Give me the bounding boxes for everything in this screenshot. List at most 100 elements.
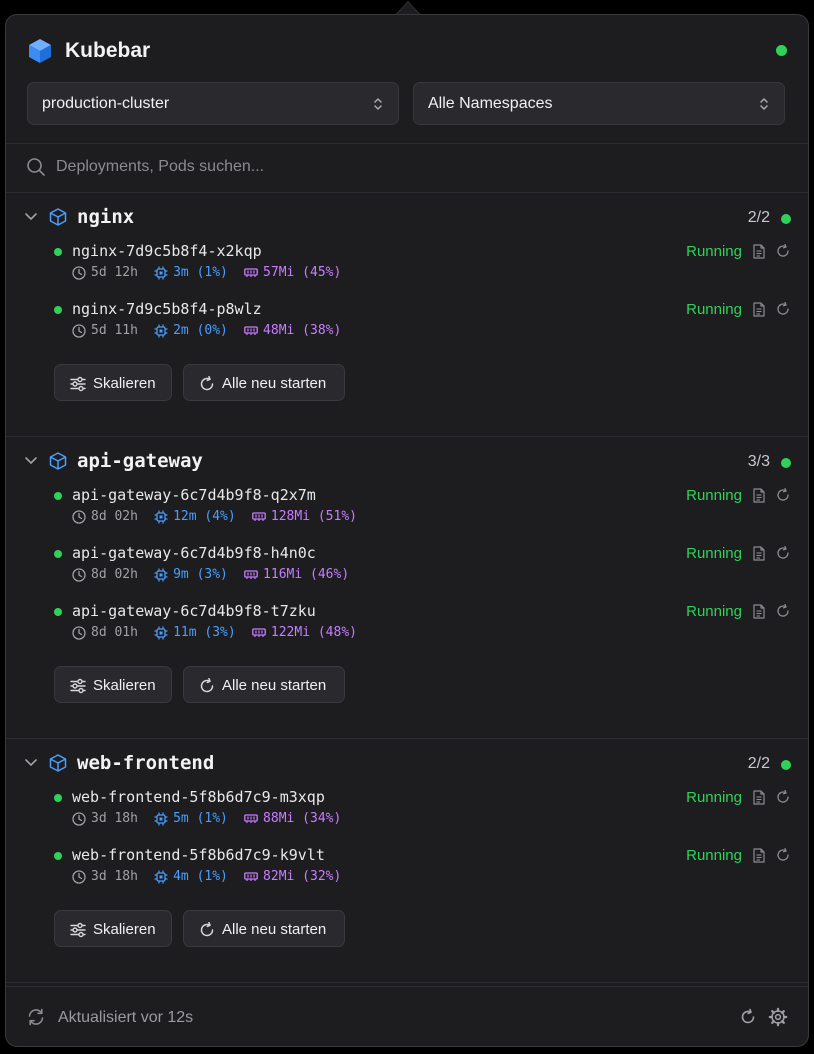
cluster-select[interactable]: production-cluster [27,82,399,125]
sliders-icon [70,922,86,938]
memory-icon [244,570,258,579]
pod-memory: 48Mi (38%) [263,323,342,338]
pod-row[interactable]: web-frontend-5f8b6d7c9-m3xqp 3d 18h 5m (1%… [6,786,808,830]
restart-pod-icon[interactable] [776,546,790,560]
restart-all-button[interactable]: Alle neu starten [183,364,345,401]
restart-pod-icon[interactable] [776,302,790,316]
pod-status: Running [686,301,742,318]
clock-icon [72,626,86,640]
restart-pod-icon[interactable] [776,604,790,618]
pod-cpu: 11m (3%) [173,625,236,640]
pod-row[interactable]: api-gateway-6c7d4b9f8-q2x7m 8d 02h 12m (4%… [6,484,808,528]
ready-count: 2/2 [747,755,770,772]
pod-status-dot [54,608,62,616]
restart-all-button[interactable]: Alle neu starten [183,666,345,703]
pod-status: Running [686,545,742,562]
ready-count: 3/3 [747,453,770,470]
search-input[interactable] [56,155,756,179]
scale-button[interactable]: Skalieren [54,910,172,947]
memory-icon [244,814,258,823]
popover-arrow [395,1,421,15]
restart-icon [200,922,214,937]
chevron-down-icon[interactable] [24,456,38,466]
app-title: Kubebar [65,39,151,62]
restart-icon [200,376,214,391]
memory-icon [244,872,258,881]
cpu-icon [154,510,168,524]
pod-name: api-gateway-6c7d4b9f8-t7zku [72,602,316,620]
scale-button[interactable]: Skalieren [54,364,172,401]
pod-name: api-gateway-6c7d4b9f8-q2x7m [72,486,316,504]
search-bar [6,143,808,193]
cube-icon [49,208,67,226]
pod-row[interactable]: api-gateway-6c7d4b9f8-t7zku 8d 01h 11m (3%… [6,600,808,644]
log-file-icon[interactable] [753,302,765,317]
log-file-icon[interactable] [753,604,765,619]
pod-row[interactable]: api-gateway-6c7d4b9f8-h4n0c 8d 02h 9m (3%)… [6,542,808,586]
restart-all-button-label: Alle neu starten [222,921,327,938]
pod-status-dot [54,852,62,860]
deployment-status-dot [781,760,791,770]
restart-pod-icon[interactable] [776,488,790,502]
pod-status: Running [686,847,742,864]
pod-status-dot [54,248,62,256]
namespace-select[interactable]: Alle Namespaces [413,82,785,125]
pod-name: nginx-7d9c5b8f4-p8wlz [72,300,262,318]
log-file-icon[interactable] [753,488,765,503]
memory-icon [252,628,266,637]
pod-memory: 128Mi (51%) [270,509,357,524]
sliders-icon [70,678,86,694]
deployment-group: nginx 2/2 nginx-7d9c5b8f4-x2kqp 5d 12h 3m (1… [6,193,808,437]
pod-row[interactable]: nginx-7d9c5b8f4-x2kqp 5d 12h 3m (1%) 57Mi (… [6,240,808,284]
pod-status: Running [686,789,742,806]
clock-icon [72,870,86,884]
chevron-down-icon[interactable] [24,212,38,222]
pod-name: web-frontend-5f8b6d7c9-k9vlt [72,846,325,864]
cluster-select-value: production-cluster [42,95,170,112]
pod-name: api-gateway-6c7d4b9f8-h4n0c [72,544,316,562]
cube-icon [49,754,67,772]
pod-memory: 116Mi (46%) [263,567,350,582]
pod-status: Running [686,603,742,620]
pod-name: web-frontend-5f8b6d7c9-m3xqp [72,788,325,806]
scale-button-label: Skalieren [93,921,156,938]
restart-pod-icon[interactable] [776,790,790,804]
connection-status-dot [776,45,787,56]
cpu-icon [154,626,168,640]
scale-button-label: Skalieren [93,677,156,694]
pod-row[interactable]: web-frontend-5f8b6d7c9-k9vlt 3d 18h 4m (1%… [6,844,808,888]
restart-all-button[interactable]: Alle neu starten [183,910,345,947]
log-file-icon[interactable] [753,848,765,863]
pod-row[interactable]: nginx-7d9c5b8f4-p8wlz 5d 11h 2m (0%) 48Mi (… [6,298,808,342]
footer: Aktualisiert vor 12s [6,986,808,1046]
log-file-icon[interactable] [753,546,765,561]
pod-memory: 57Mi (45%) [263,265,342,280]
pod-cpu: 5m (1%) [173,811,228,826]
clock-icon [72,568,86,582]
log-file-icon[interactable] [753,244,765,259]
chevron-up-down-icon [760,98,768,110]
header: Kubebar production-cluster Alle Namespac… [6,15,808,144]
pod-name: nginx-7d9c5b8f4-x2kqp [72,242,262,260]
deployment-group: api-gateway 3/3 api-gateway-6c7d4b9f8-q2x7… [6,437,808,739]
chevron-down-icon[interactable] [24,758,38,768]
scale-button[interactable]: Skalieren [54,666,172,703]
search-icon [27,158,45,176]
cpu-icon [154,266,168,280]
log-file-icon[interactable] [753,790,765,805]
cpu-icon [154,568,168,582]
clock-icon [72,266,86,280]
cpu-icon [154,812,168,826]
pod-status: Running [686,243,742,260]
gear-icon[interactable] [768,1007,788,1027]
cube-app-icon [29,39,51,63]
pod-status-dot [54,550,62,558]
refresh-icon[interactable] [739,1008,757,1026]
restart-all-button-label: Alle neu starten [222,677,327,694]
kubebar-panel: Kubebar production-cluster Alle Namespac… [5,14,809,1047]
restart-pod-icon[interactable] [776,244,790,258]
last-updated-text: Aktualisiert vor 12s [58,1009,194,1026]
pod-cpu: 4m (1%) [173,869,228,884]
restart-pod-icon[interactable] [776,848,790,862]
clock-icon [72,812,86,826]
